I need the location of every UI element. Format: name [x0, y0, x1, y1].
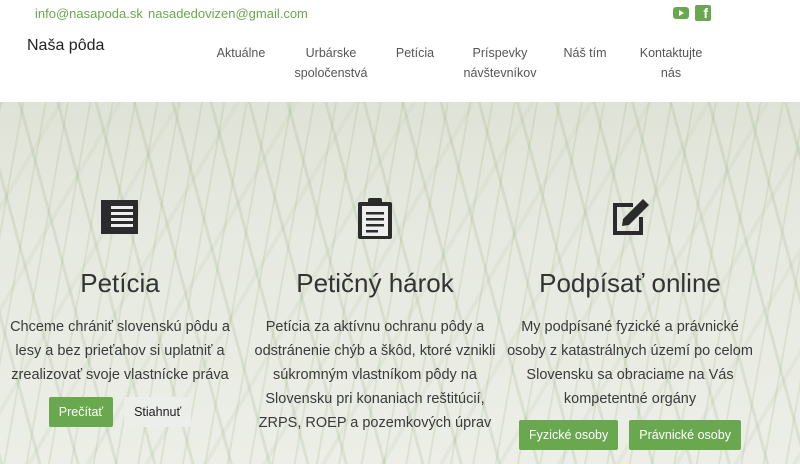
email-link-gmail[interactable]: nasadedovizen@gmail.com	[148, 6, 308, 21]
nav-item-prispevky[interactable]: Príspevky návštevníkov	[464, 43, 537, 83]
edit-icon	[609, 197, 651, 242]
nav-item-kontakt[interactable]: Kontaktujte nás	[640, 43, 703, 83]
section-title: Petícia	[80, 268, 160, 298]
nav-item-label: Aktuálne	[216, 46, 266, 60]
download-button[interactable]: Stiahnuť	[124, 397, 192, 427]
nav-item-label-line2: návštevníkov	[463, 66, 537, 80]
nav-item-label: Petícia	[395, 46, 435, 60]
button-group: Fyzické osoby Právnické osoby	[500, 420, 760, 450]
nav-item-urbarske[interactable]: Urbárske spoločenstvá	[295, 43, 368, 83]
legal-persons-button[interactable]: Právnické osoby	[629, 420, 741, 450]
list-icon	[100, 197, 140, 242]
clipboard-icon	[355, 197, 395, 246]
nav-item-label-line2: spoločenstvá	[294, 66, 368, 80]
nav-item-label: Náš tím	[563, 46, 607, 60]
section-title: Petičný hárok	[296, 268, 454, 298]
facebook-icon[interactable]: f	[695, 5, 711, 21]
top-bar: info@nasapoda.sk nasadedovizen@gmail.com…	[0, 0, 800, 28]
nav-item-peticia[interactable]: Petícia	[396, 43, 434, 63]
read-button[interactable]: Prečítať	[48, 397, 114, 427]
section-text: Petícia za aktívnu ochranu pôdy a odstrá…	[254, 319, 496, 431]
nav-item-label: Príspevky	[472, 46, 528, 60]
nav-item-label-line2: nás	[660, 66, 682, 80]
section-title: Podpísať online	[539, 268, 721, 298]
main-nav: Aktuálne Urbárske spoločenstvá Petícia P…	[0, 43, 800, 93]
nav-item-label: Kontaktujte	[639, 46, 703, 60]
section-text: My podpísané fyzické a právnické osoby z…	[507, 319, 753, 407]
nav-item-label: Urbárske	[305, 46, 357, 60]
social-links: f	[673, 5, 711, 21]
hero-section: Petícia Chceme chrániť slovenskú pôdu a …	[0, 102, 800, 464]
button-group: Prečítať Stiahnuť	[0, 397, 250, 427]
email-link-info[interactable]: info@nasapoda.sk	[35, 6, 143, 21]
section-text: Chceme chrániť slovenskú pôdu a lesy a b…	[10, 319, 230, 383]
nav-item-nas-tim[interactable]: Náš tím	[563, 43, 606, 63]
natural-persons-button[interactable]: Fyzické osoby	[519, 420, 619, 450]
nav-item-aktualne[interactable]: Aktuálne	[217, 43, 266, 63]
youtube-icon[interactable]	[673, 7, 689, 19]
